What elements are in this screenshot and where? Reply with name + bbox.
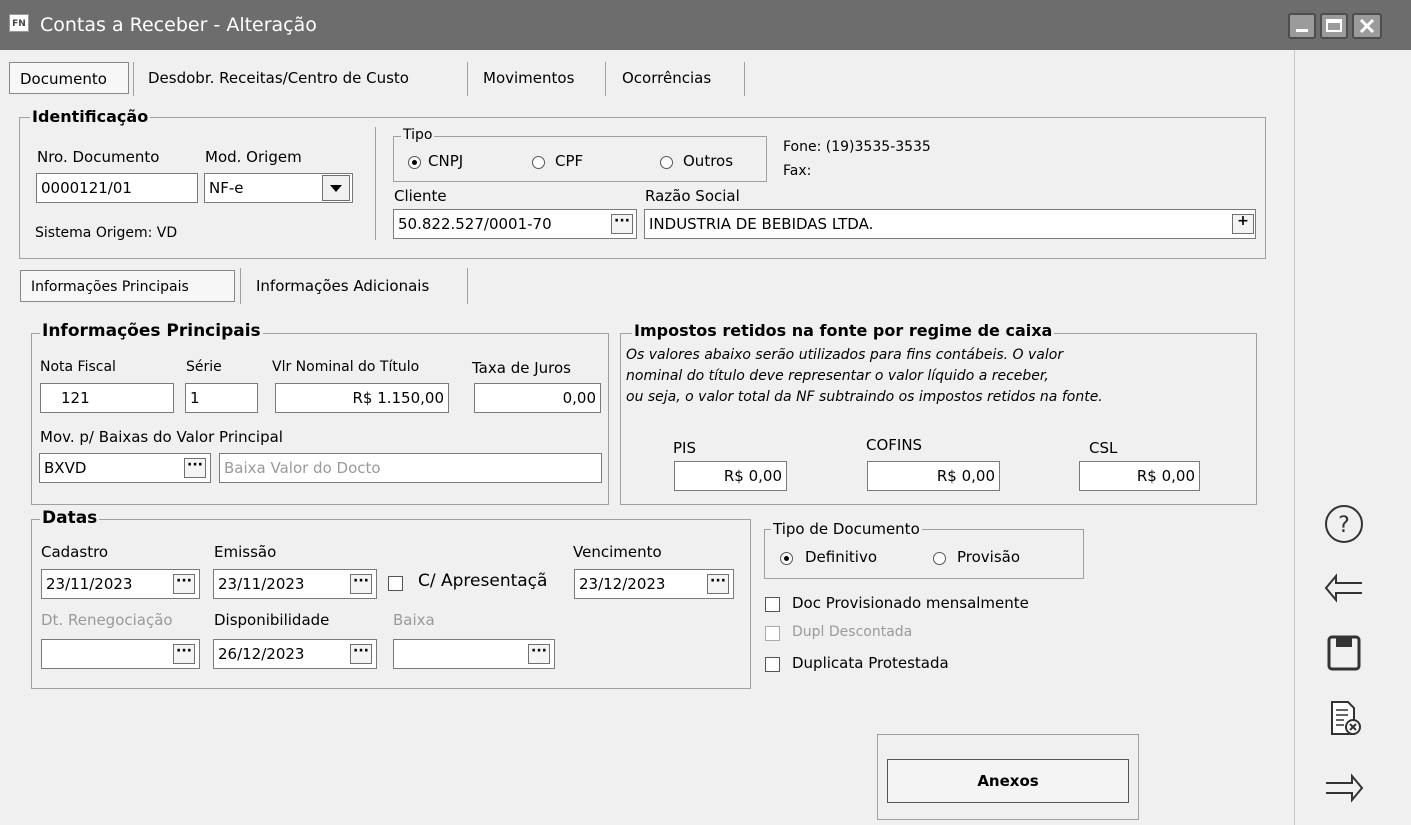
duplicata-protestada-label[interactable]: Duplicata Protestada bbox=[792, 654, 949, 672]
dupl-descontada-checkbox[interactable] bbox=[765, 626, 780, 641]
apresentacao-label[interactable]: C/ Apresentaçã bbox=[418, 571, 547, 591]
cofins-input[interactable]: R$ 0,00 bbox=[867, 461, 1000, 491]
cadastro-label: Cadastro bbox=[41, 543, 109, 561]
fax-text: Fax: bbox=[783, 163, 812, 179]
razao-social-input[interactable]: INDUSTRIA DE BEBIDAS LTDA. bbox=[644, 209, 1256, 239]
mov-lookup-button[interactable]: ··· bbox=[184, 458, 206, 478]
doc-provisionado-label[interactable]: Doc Provisionado mensalmente bbox=[792, 594, 1029, 612]
nro-documento-input[interactable]: 0000121/01 bbox=[36, 173, 198, 203]
vencimento-label: Vencimento bbox=[573, 543, 662, 561]
definitivo-radio[interactable] bbox=[780, 552, 793, 565]
tipo-cpf-label[interactable]: CPF bbox=[555, 152, 583, 170]
apresentacao-checkbox[interactable] bbox=[388, 576, 403, 591]
impostos-note-line: ou seja, o valor total da NF subtraindo … bbox=[626, 389, 1103, 405]
csl-input[interactable]: R$ 0,00 bbox=[1079, 461, 1200, 491]
mov-description-input: Baixa Valor do Docto bbox=[219, 453, 602, 483]
sistema-origem-text: Sistema Origem: VD bbox=[35, 225, 178, 241]
mod-origem-dropdown-button[interactable] bbox=[322, 175, 350, 201]
tipo-cnpj-label[interactable]: CNPJ bbox=[428, 152, 463, 170]
vlr-nominal-label: Vlr Nominal do Título bbox=[272, 359, 420, 375]
serie-label: Série bbox=[186, 359, 222, 375]
vencimento-date-button[interactable]: ··· bbox=[707, 574, 729, 594]
serie-input[interactable]: 1 bbox=[185, 383, 258, 413]
informacoes-principais-legend: Informações Principais bbox=[40, 321, 263, 341]
baixa-label: Baixa bbox=[393, 611, 435, 629]
taxa-juros-input[interactable]: 0,00 bbox=[474, 383, 601, 413]
tab-separator bbox=[744, 62, 745, 96]
nota-fiscal-label: Nota Fiscal bbox=[40, 359, 116, 375]
impostos-legend: Impostos retidos na fonte por regime de … bbox=[632, 321, 1055, 340]
anexos-button[interactable]: Anexos bbox=[887, 759, 1129, 803]
cliente-input[interactable]: 50.822.527/0001-70 bbox=[393, 209, 637, 239]
subtab-informacoes-adicionais[interactable]: Informações Adicionais bbox=[246, 270, 462, 302]
tipo-outros-label[interactable]: Outros bbox=[683, 152, 733, 170]
disponibilidade-date-button[interactable]: ··· bbox=[350, 644, 372, 664]
csl-label: CSL bbox=[1089, 439, 1118, 457]
provisao-radio[interactable] bbox=[933, 552, 946, 565]
tab-desdobr-receitas[interactable]: Desdobr. Receitas/Centro de Custo bbox=[138, 62, 464, 94]
vlr-nominal-input[interactable]: R$ 1.150,00 bbox=[275, 383, 449, 413]
maximize-button[interactable] bbox=[1320, 13, 1348, 39]
baixa-date-button[interactable]: ··· bbox=[528, 644, 550, 664]
close-button[interactable] bbox=[1352, 13, 1382, 39]
tab-ocorrencias[interactable]: Ocorrências bbox=[612, 62, 744, 94]
impostos-note-line: Os valores abaixo serão utilizados para … bbox=[626, 347, 1064, 363]
identificacao-legend: Identificação bbox=[30, 107, 151, 126]
provisao-label[interactable]: Provisão bbox=[957, 548, 1020, 566]
emissao-date-button[interactable]: ··· bbox=[350, 574, 372, 594]
minimize-icon bbox=[1296, 29, 1308, 32]
pis-label: PIS bbox=[673, 439, 696, 457]
cofins-label: COFINS bbox=[866, 436, 923, 454]
definitivo-label[interactable]: Definitivo bbox=[805, 548, 877, 566]
close-icon bbox=[1359, 18, 1375, 34]
vertical-divider bbox=[375, 127, 376, 240]
razao-social-add-button[interactable]: + bbox=[1232, 214, 1254, 234]
nro-documento-label: Nro. Documento bbox=[37, 148, 160, 166]
mov-baixas-label: Mov. p/ Baixas do Valor Principal bbox=[40, 428, 283, 446]
chevron-down-icon bbox=[330, 185, 342, 192]
forward-arrow-icon[interactable] bbox=[1320, 770, 1368, 810]
tipo-cnpj-radio[interactable] bbox=[408, 156, 421, 169]
minimize-button[interactable] bbox=[1288, 13, 1316, 39]
tipo-cpf-radio[interactable] bbox=[532, 156, 545, 169]
impostos-note-line: nominal do título deve representar o val… bbox=[626, 368, 1049, 384]
cancel-document-icon[interactable] bbox=[1320, 698, 1368, 738]
doc-provisionado-checkbox[interactable] bbox=[765, 597, 780, 612]
nota-fiscal-input[interactable]: 121 bbox=[40, 383, 174, 413]
mod-origem-value: NF-e bbox=[209, 179, 244, 197]
subtab-separator bbox=[240, 268, 241, 304]
tab-movimentos[interactable]: Movimentos bbox=[473, 62, 601, 94]
window-title: Contas a Receber - Alteração bbox=[40, 14, 317, 36]
disponibilidade-label: Disponibilidade bbox=[214, 611, 330, 629]
datas-legend: Datas bbox=[40, 508, 100, 528]
tab-separator bbox=[605, 62, 606, 96]
back-arrow-icon[interactable] bbox=[1320, 570, 1368, 610]
cliente-label: Cliente bbox=[394, 187, 447, 205]
help-icon[interactable]: ? bbox=[1320, 503, 1368, 543]
razao-social-label: Razão Social bbox=[645, 187, 740, 205]
renegociacao-label: Dt. Renegociação bbox=[41, 611, 173, 629]
fone-text: Fone: (19)3535-3535 bbox=[783, 139, 931, 155]
mod-origem-label: Mod. Origem bbox=[205, 148, 302, 166]
tipo-outros-radio[interactable] bbox=[660, 156, 673, 169]
duplicata-protestada-checkbox[interactable] bbox=[765, 657, 780, 672]
maximize-icon bbox=[1326, 19, 1342, 32]
taxa-juros-label: Taxa de Juros bbox=[472, 359, 571, 377]
cliente-lookup-button[interactable]: ··· bbox=[611, 214, 633, 234]
tipo-documento-legend: Tipo de Documento bbox=[771, 520, 922, 538]
emissao-label: Emissão bbox=[214, 543, 277, 561]
svg-text:?: ? bbox=[1338, 513, 1350, 538]
subtab-informacoes-principais[interactable]: Informações Principais bbox=[20, 270, 235, 302]
tipo-legend: Tipo bbox=[401, 127, 435, 143]
save-icon[interactable] bbox=[1320, 634, 1368, 674]
tab-separator bbox=[467, 62, 468, 96]
dupl-descontada-label[interactable]: Dupl Descontada bbox=[792, 624, 912, 640]
app-icon: FN bbox=[9, 14, 29, 32]
pis-input[interactable]: R$ 0,00 bbox=[674, 461, 787, 491]
cadastro-date-button[interactable]: ··· bbox=[173, 574, 195, 594]
renegociacao-date-button[interactable]: ··· bbox=[173, 644, 195, 664]
tab-separator bbox=[133, 62, 134, 96]
subtab-separator bbox=[467, 268, 468, 304]
tab-documento[interactable]: Documento bbox=[9, 62, 129, 94]
